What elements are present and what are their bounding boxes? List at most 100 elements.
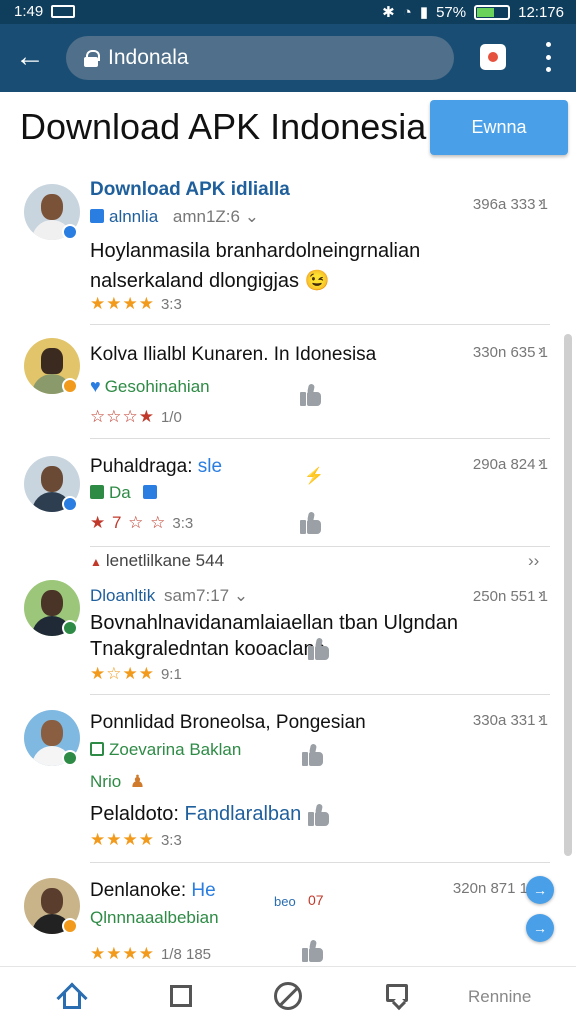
rating: ★ 7 ☆ ☆ 3:3 bbox=[90, 513, 193, 533]
wifi-icon: ◔ bbox=[402, 3, 412, 21]
chevron-right-icon[interactable]: › bbox=[538, 454, 543, 472]
verified-badge-icon bbox=[62, 224, 78, 240]
item-meta-text: alnnlia bbox=[109, 207, 159, 226]
rating-value: 1/8 185 bbox=[160, 946, 212, 963]
battery-icon bbox=[474, 4, 511, 20]
browser-toolbar: ← Indonala bbox=[0, 24, 576, 92]
heart-icon: ♥ bbox=[90, 376, 101, 396]
thumbs-up-icon[interactable] bbox=[300, 511, 322, 534]
item-time: 250n 551 1 bbox=[472, 588, 548, 605]
item-sub: amn1Z:6 ⌄ bbox=[172, 207, 259, 226]
arrow-button-icon[interactable]: → bbox=[526, 876, 554, 904]
rating-value: 3:3 bbox=[160, 296, 182, 313]
signal-icon: ▮ bbox=[419, 4, 429, 21]
status-clock: 12:176 bbox=[518, 3, 564, 21]
rating: ☆☆☆★ 1/0 bbox=[90, 407, 182, 427]
pin-icon: ▲ bbox=[90, 555, 102, 569]
item-time: 330n 635 1 bbox=[472, 344, 548, 361]
item-meta: Zoevarina Baklan bbox=[90, 740, 241, 760]
item-time: 320n 871 1 bbox=[452, 880, 528, 897]
item-title[interactable]: Ponnlidad Broneolsa, Pongesian bbox=[90, 712, 366, 734]
camera-icon[interactable] bbox=[480, 44, 506, 70]
item-sub: sam7:17 ⌄ bbox=[163, 586, 249, 605]
rating-value: 9:1 bbox=[160, 666, 182, 683]
item-time: 290a 824 1 bbox=[472, 456, 548, 473]
flag-icon: ⚡ bbox=[304, 468, 324, 485]
chevron-right-icon[interactable]: › bbox=[538, 194, 543, 212]
rating: ★★★★ 1/8 185 bbox=[90, 944, 211, 964]
item-title[interactable]: Kolva Ilialbl Kunaren. In Idonesisa bbox=[90, 344, 376, 366]
rating: ★☆★★ 9:1 bbox=[90, 664, 182, 684]
thumbs-up-icon[interactable] bbox=[300, 383, 322, 406]
more-vert-icon[interactable] bbox=[538, 42, 558, 72]
item-title[interactable]: Download APK idlialla bbox=[90, 179, 290, 201]
double-chevron-icon[interactable]: ›› bbox=[528, 551, 539, 571]
stars-icon: ★★★★ bbox=[90, 830, 155, 849]
back-arrow-icon[interactable]: ← bbox=[14, 42, 46, 74]
item-meta-text: Zoevarina Baklan bbox=[109, 740, 242, 759]
rating: ★★★★ 3:3 bbox=[90, 294, 182, 314]
item-title[interactable]: Denlanoke: He bbox=[90, 880, 216, 902]
tag-label: beo bbox=[274, 894, 296, 909]
tag-label: 07 bbox=[308, 892, 324, 908]
item-text-accent: Fandlaralban bbox=[184, 803, 302, 825]
thumbs-up-icon[interactable] bbox=[302, 939, 324, 962]
item-text-label: Pelaldoto: bbox=[90, 803, 179, 825]
chevron-right-icon[interactable]: › bbox=[538, 586, 543, 604]
notification-icon bbox=[51, 5, 76, 18]
item-meta: ♥ Gesohinahian bbox=[90, 376, 210, 397]
item-meta-text: Nrio bbox=[90, 772, 122, 791]
item-meta: Qlnnnaaalbebian bbox=[90, 908, 219, 927]
person-icon: ♟ bbox=[129, 772, 146, 791]
status-badge-icon bbox=[62, 918, 78, 934]
block-icon[interactable] bbox=[274, 981, 302, 1011]
item-time: 396a 333 1 bbox=[472, 196, 548, 213]
status-badge-icon bbox=[62, 750, 78, 766]
app-icon bbox=[90, 209, 104, 223]
stars-icon: ★★★★ bbox=[90, 944, 155, 963]
stars-icon: ★☆★★ bbox=[90, 664, 155, 683]
url-bar[interactable]: Indonala bbox=[66, 36, 454, 80]
page-title: Download APK Indonesia bbox=[20, 106, 427, 147]
item-title-text: Dloanltik bbox=[90, 586, 156, 605]
arrow-button-icon[interactable]: → bbox=[526, 914, 554, 942]
item-text-line: Tnakgraledntan kooaclans. bbox=[90, 638, 331, 660]
status-time: 1:49 bbox=[14, 3, 44, 20]
lock-icon bbox=[84, 50, 100, 67]
comment-icon[interactable] bbox=[386, 981, 410, 1011]
item-title[interactable]: Puhaldraga: sle bbox=[90, 456, 222, 478]
status-bar: 1:49 ✱ ◔ ▮ 57% 12:176 bbox=[0, 0, 576, 24]
thumbs-up-icon[interactable] bbox=[308, 637, 330, 660]
nav-label[interactable]: Rennine bbox=[468, 987, 531, 1007]
divider bbox=[90, 694, 550, 695]
scrollbar[interactable] bbox=[564, 334, 572, 856]
verified-badge-icon bbox=[62, 496, 78, 512]
app-icon bbox=[90, 485, 104, 499]
chevron-right-icon[interactable]: › bbox=[538, 710, 543, 728]
section-header[interactable]: ▲ lenetlilkane 544 bbox=[90, 551, 224, 571]
home-icon[interactable] bbox=[56, 981, 88, 1014]
item-title[interactable]: Dloanltik sam7:17 ⌄ bbox=[90, 586, 248, 606]
chevron-right-icon[interactable]: › bbox=[538, 342, 543, 360]
thumbs-up-icon[interactable] bbox=[302, 743, 324, 766]
divider bbox=[90, 862, 550, 863]
item-meta-text: Gesohinahian bbox=[104, 377, 210, 396]
section-label: lenetlilkane 544 bbox=[105, 551, 225, 570]
item-title-text: Puhaldraga: bbox=[90, 456, 193, 477]
item-meta: alnnlia amn1Z:6 ⌄ bbox=[90, 207, 259, 227]
item-title-accent: sle bbox=[197, 456, 223, 477]
thumbs-up-icon[interactable] bbox=[308, 803, 330, 826]
item-meta: Nrio ♟ bbox=[90, 772, 145, 792]
divider bbox=[90, 438, 550, 439]
square-icon[interactable] bbox=[170, 981, 192, 1011]
rating-value: 3:3 bbox=[172, 515, 194, 532]
rating-value: 3:3 bbox=[160, 832, 182, 849]
rating: ★★★★ 3:3 bbox=[90, 830, 182, 850]
divider bbox=[90, 324, 550, 325]
status-badge-icon bbox=[62, 620, 78, 636]
item-meta: Da bbox=[90, 483, 162, 503]
item-text-line: Bovnahlnavidanamlaiaellan tban Ulgndan bbox=[90, 612, 459, 634]
header-action-button[interactable]: Ewnna bbox=[430, 100, 568, 155]
item-text-line: Hoylanmasila branhardolneingrnalian bbox=[90, 240, 421, 262]
item-title-accent: He bbox=[191, 880, 216, 901]
